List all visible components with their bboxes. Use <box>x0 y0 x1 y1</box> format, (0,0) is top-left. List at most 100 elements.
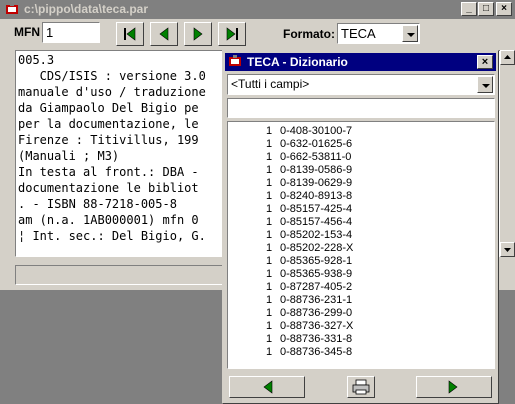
mfn-label: MFN <box>14 25 40 39</box>
list-item[interactable]: 1 0-88736-345-8 <box>228 346 478 360</box>
dictionary-search-input[interactable] <box>227 98 495 118</box>
formato-value: TECA <box>341 26 376 41</box>
term-text: 0-8240-8913-8 <box>280 190 353 202</box>
field-selector-dropdown-button[interactable] <box>477 76 493 93</box>
record-line: documentazione le bibliot <box>18 181 199 195</box>
term-text: 0-88736-327-X <box>280 320 354 332</box>
previous-record-button[interactable] <box>150 22 178 46</box>
close-button[interactable]: × <box>496 2 512 16</box>
term-count: 1 <box>266 164 273 176</box>
term-text: 0-87287-405-2 <box>280 281 353 293</box>
record-line: am (n.a. 1AB000001) mfn 0 <box>18 213 199 227</box>
list-item[interactable]: 1 0-8139-0629-9 <box>228 177 478 191</box>
next-record-button[interactable] <box>184 22 212 46</box>
term-count: 1 <box>266 151 273 163</box>
term-count: 1 <box>266 268 273 280</box>
list-item[interactable]: 1 0-8139-0586-9 <box>228 164 478 178</box>
term-text: 0-85157-456-4 <box>280 216 353 228</box>
term-count: 1 <box>266 216 273 228</box>
term-count: 1 <box>266 281 273 293</box>
term-count: 1 <box>266 307 273 319</box>
minimize-button[interactable]: _ <box>461 2 477 16</box>
term-text: 0-408-30100-7 <box>280 125 353 137</box>
first-record-icon <box>124 27 136 41</box>
mfn-input[interactable]: 1 <box>42 22 100 43</box>
dictionary-term-list[interactable]: 1 0-408-30100-7 1 0-632-01625-6 1 0-662-538… <box>227 121 495 369</box>
app-icon <box>6 3 18 14</box>
list-item[interactable]: 1 0-87287-405-2 <box>228 281 478 295</box>
term-count: 1 <box>266 203 273 215</box>
list-item[interactable]: 1 0-408-30100-7 <box>228 125 478 139</box>
field-selector[interactable]: <Tutti i campi> <box>227 74 495 95</box>
list-item[interactable]: 1 0-8240-8913-8 <box>228 190 478 204</box>
scroll-up-button[interactable] <box>500 50 515 65</box>
list-item[interactable]: 1 0-88736-327-X <box>228 320 478 334</box>
status-bar <box>15 265 225 285</box>
term-text: 0-8139-0586-9 <box>280 164 353 176</box>
record-scrollbar[interactable] <box>500 50 515 257</box>
list-item[interactable]: 1 0-85157-456-4 <box>228 216 478 230</box>
term-count: 1 <box>266 320 273 332</box>
main-window-title: c:\pippo\data\teca.par <box>24 2 149 16</box>
list-item[interactable]: 1 0-85202-228-X <box>228 242 478 256</box>
record-line: Firenze : Titivillus, 199 <box>18 133 199 147</box>
term-text: 0-85157-425-4 <box>280 203 353 215</box>
scroll-down-button[interactable] <box>500 242 515 257</box>
term-text: 0-88736-299-0 <box>280 307 353 319</box>
record-line: In testa al front.: DBA - <box>18 165 199 179</box>
list-item[interactable]: 1 0-85202-153-4 <box>228 229 478 243</box>
term-text: 0-88736-345-8 <box>280 346 353 358</box>
formato-dropdown-button[interactable] <box>402 25 418 42</box>
maximize-icon: □ <box>482 3 490 14</box>
record-line: 005.3 <box>18 53 55 67</box>
last-record-icon <box>226 27 238 41</box>
list-item[interactable]: 1 0-662-53811-0 <box>228 151 478 165</box>
list-item[interactable]: 1 0-85365-938-9 <box>228 268 478 282</box>
close-icon: × <box>501 3 507 14</box>
list-item[interactable]: 1 0-88736-299-0 <box>228 307 478 321</box>
term-text: 0-632-01625-6 <box>280 138 353 150</box>
main-title-bar[interactable]: c:\pippo\data\teca.par _ □ × <box>0 0 515 19</box>
term-count: 1 <box>266 138 273 150</box>
dropdown-arrow-icon <box>482 84 490 88</box>
term-text: 0-85202-153-4 <box>280 229 353 241</box>
toolbar: MFN 1 Formato: TECA <box>0 20 515 48</box>
formato-select[interactable]: TECA <box>337 23 420 44</box>
last-record-button[interactable] <box>218 22 246 46</box>
list-item[interactable]: 1 0-85365-928-1 <box>228 255 478 269</box>
previous-page-button[interactable] <box>229 376 305 398</box>
minimize-icon: _ <box>466 3 472 14</box>
formato-label: Formato: <box>283 27 335 41</box>
record-line: ¦ Int. sec.: Del Bigio, G. <box>18 229 206 243</box>
record-line: per la documentazione, le <box>18 117 199 131</box>
term-count: 1 <box>266 333 273 345</box>
term-text: 0-85365-928-1 <box>280 255 353 267</box>
next-page-button[interactable] <box>416 376 492 398</box>
previous-record-icon <box>159 27 169 41</box>
list-item[interactable]: 1 0-88736-331-8 <box>228 333 478 347</box>
list-item[interactable]: 1 0-88736-231-1 <box>228 294 478 308</box>
term-text: 0-85365-938-9 <box>280 268 353 280</box>
dictionary-title: TECA - Dizionario <box>247 55 348 69</box>
print-button[interactable] <box>347 376 375 398</box>
dictionary-close-button[interactable]: × <box>477 55 493 69</box>
term-text: 0-88736-231-1 <box>280 294 353 306</box>
scroll-up-icon <box>504 55 511 59</box>
term-text: 0-8139-0629-9 <box>280 177 353 189</box>
term-count: 1 <box>266 125 273 137</box>
term-count: 1 <box>266 346 273 358</box>
right-arrow-icon <box>448 380 458 394</box>
list-item[interactable]: 1 0-632-01625-6 <box>228 138 478 152</box>
maximize-button[interactable]: □ <box>478 2 494 16</box>
record-line: . - ISBN 88-7218-005-8 <box>18 197 177 211</box>
first-record-button[interactable] <box>116 22 144 46</box>
scroll-down-icon <box>504 248 511 252</box>
term-text: 0-85202-228-X <box>280 242 354 254</box>
record-line: manuale d'uso / traduzione <box>18 85 206 99</box>
term-count: 1 <box>266 294 273 306</box>
list-item[interactable]: 1 0-85157-425-4 <box>228 203 478 217</box>
left-arrow-icon <box>263 380 273 394</box>
record-line: da Giampaolo Del Bigio pe <box>18 101 199 115</box>
dictionary-title-bar[interactable]: TECA - Dizionario × <box>225 53 496 71</box>
field-selector-value: <Tutti i campi> <box>231 77 310 91</box>
